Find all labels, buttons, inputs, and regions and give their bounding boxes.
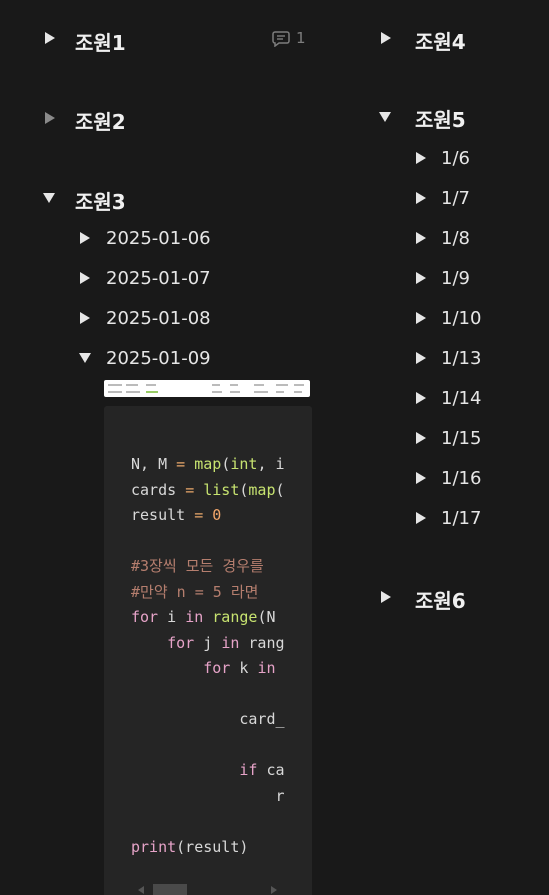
toggle-expanded-icon[interactable] — [79, 353, 91, 363]
toggle-expanded-icon[interactable] — [43, 193, 55, 203]
toggle-collapsed-icon[interactable] — [381, 32, 391, 44]
group-title-1: 조원1 — [75, 31, 126, 55]
code-block[interactable]: N, M = map(int, i cards = list(map( resu… — [104, 406, 312, 895]
toggle-collapsed-icon[interactable] — [416, 272, 426, 284]
toggle-collapsed-icon[interactable] — [416, 232, 426, 244]
toggle-collapsed-icon[interactable] — [80, 312, 90, 324]
horizontal-scrollbar-thumb[interactable] — [153, 884, 187, 895]
date-item[interactable]: 1/16 — [441, 468, 481, 489]
date-item[interactable]: 1/14 — [441, 388, 481, 409]
date-item[interactable]: 1/8 — [441, 228, 470, 249]
embedded-table-image[interactable] — [104, 380, 310, 397]
date-item[interactable]: 1/9 — [441, 268, 470, 289]
comment-indicator[interactable]: 1 — [272, 29, 306, 47]
toggle-collapsed-icon[interactable] — [416, 192, 426, 204]
toggle-collapsed-icon[interactable] — [45, 32, 55, 44]
date-item[interactable]: 1/17 — [441, 508, 481, 529]
date-item[interactable]: 2025-01-06 — [106, 228, 211, 249]
date-item[interactable]: 2025-01-09 — [106, 348, 211, 369]
group-title-4: 조원4 — [415, 30, 466, 54]
date-item[interactable]: 1/15 — [441, 428, 481, 449]
date-item[interactable]: 1/10 — [441, 308, 481, 329]
date-item[interactable]: 2025-01-07 — [106, 268, 211, 289]
toggle-collapsed-icon[interactable] — [416, 392, 426, 404]
group-title-2: 조원2 — [75, 110, 126, 134]
toggle-collapsed-icon[interactable] — [45, 112, 55, 124]
toggle-collapsed-icon[interactable] — [80, 272, 90, 284]
group-title-3: 조원3 — [75, 190, 126, 214]
toggle-collapsed-icon[interactable] — [416, 152, 426, 164]
date-item[interactable]: 1/7 — [441, 188, 470, 209]
scroll-right-icon[interactable] — [271, 886, 277, 894]
toggle-expanded-icon[interactable] — [379, 112, 391, 122]
toggle-collapsed-icon[interactable] — [80, 232, 90, 244]
scroll-left-icon[interactable] — [138, 886, 144, 894]
toggle-collapsed-icon[interactable] — [416, 312, 426, 324]
toggle-collapsed-icon[interactable] — [416, 512, 426, 524]
date-item[interactable]: 1/6 — [441, 148, 470, 169]
toggle-collapsed-icon[interactable] — [416, 352, 426, 364]
toggle-collapsed-icon[interactable] — [416, 472, 426, 484]
comment-icon — [272, 30, 290, 47]
code-text: N, M = map(int, i cards = list(map( resu… — [131, 455, 285, 856]
toggle-collapsed-icon[interactable] — [381, 591, 391, 603]
date-item[interactable]: 1/13 — [441, 348, 481, 369]
group-title-5: 조원5 — [415, 108, 466, 132]
date-item[interactable]: 2025-01-08 — [106, 308, 211, 329]
toggle-collapsed-icon[interactable] — [416, 432, 426, 444]
group-title-6: 조원6 — [415, 589, 466, 613]
comment-count: 1 — [296, 29, 306, 47]
